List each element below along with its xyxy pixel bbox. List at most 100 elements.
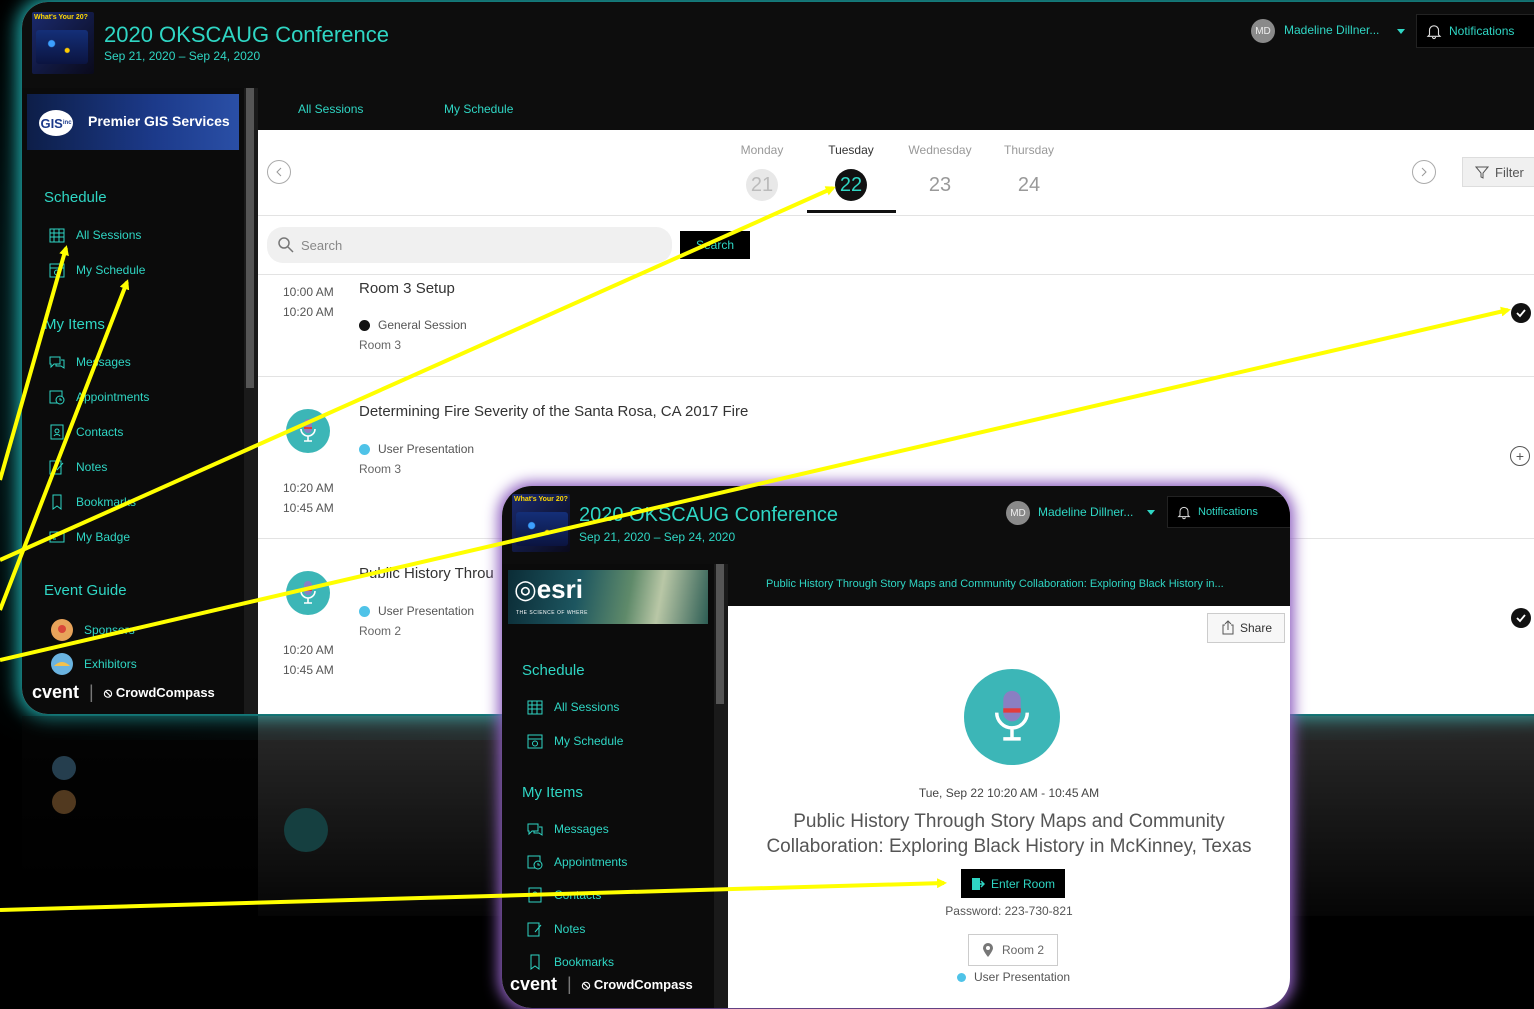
sidebar-item-contacts[interactable]: Contacts	[48, 423, 123, 441]
event-dates: Sep 21, 2020 – Sep 24, 2020	[579, 530, 736, 544]
session-title[interactable]: Determining Fire Severity of the Santa R…	[359, 403, 748, 420]
calendar-clock-icon	[49, 390, 65, 405]
sidebar-heading-event-guide: Event Guide	[44, 582, 127, 599]
sidebar-item-bookmarks[interactable]: Bookmarks	[48, 493, 136, 511]
notifications-button[interactable]: Notifications	[1416, 14, 1534, 48]
bell-icon	[1177, 506, 1191, 520]
session-title: Public History Through Story Maps and Co…	[766, 811, 1252, 857]
sidebar-item-bookmarks[interactable]: Bookmarks	[526, 953, 614, 971]
search-icon	[278, 237, 294, 253]
day-thursday[interactable]: Thursday 24	[994, 143, 1064, 201]
sidebar-item-messages[interactable]: Messages	[48, 353, 131, 371]
share-button[interactable]: Share	[1207, 613, 1285, 643]
calendar-star-icon	[49, 263, 65, 278]
sidebar-heading-schedule: Schedule	[522, 662, 585, 679]
search-button[interactable]: Search	[680, 231, 750, 259]
user-name[interactable]: Madeline Dillner...	[1038, 505, 1133, 519]
day-tuesday[interactable]: Tuesday 22	[816, 143, 886, 201]
user-name[interactable]: Madeline Dillner...	[1284, 23, 1379, 37]
search-input[interactable]: Search	[267, 227, 672, 263]
notifications-button[interactable]: Notifications	[1167, 496, 1290, 528]
session-room: Room 3	[359, 462, 402, 476]
sidebar-item-notes[interactable]: Notes	[526, 920, 585, 938]
added-check-icon[interactable]	[1511, 608, 1531, 628]
event-logo[interactable]: What's Your 20?	[512, 494, 570, 552]
sidebar-item-notes[interactable]: Notes	[48, 458, 107, 476]
add-to-schedule-icon[interactable]: +	[1510, 446, 1530, 466]
filter-button[interactable]: Filter	[1462, 157, 1534, 187]
sidebar: ◎esri THE SCIENCE OF WHERE Schedule All …	[502, 564, 728, 1008]
prev-day-button[interactable]	[267, 160, 291, 184]
sponsor-banner[interactable]: GIS inc Premier GIS Services	[27, 94, 239, 150]
bell-icon	[1426, 25, 1442, 39]
event-title: 2020 OKSCAUG Conference	[579, 504, 839, 526]
sidebar-scrollbar[interactable]	[714, 564, 728, 1008]
share-icon	[1222, 620, 1234, 635]
chevron-down-icon[interactable]	[1397, 29, 1405, 34]
contact-card-icon	[50, 424, 64, 440]
session-type: User Presentation	[359, 604, 474, 618]
cvent-crowdcompass-logo: cvent | ⦸ CrowdCompass	[510, 974, 720, 995]
crowdcompass-logo: ⦸ CrowdCompass	[103, 684, 215, 700]
microphone-icon	[286, 409, 330, 453]
session-type: General Session	[359, 318, 467, 332]
calendar-grid-icon	[527, 700, 543, 715]
room-password: Password: 223-730-821	[945, 904, 1073, 918]
tab-all-sessions[interactable]: All Sessions	[298, 102, 363, 116]
sidebar-heading-my-items: My Items	[44, 316, 105, 333]
sidebar-item-my-schedule[interactable]: My Schedule	[48, 261, 145, 279]
microphone-icon	[964, 669, 1060, 765]
cvent-crowdcompass-logo: cvent | ⦸ CrowdCompass	[32, 682, 215, 702]
session-row[interactable]: 10:00 AM 10:20 AM Room 3 Setup General Se…	[258, 274, 1534, 376]
day-wednesday[interactable]: Wednesday 23	[905, 143, 975, 201]
sidebar-item-appointments[interactable]: Appointments	[526, 853, 627, 871]
sidebar-item-my-badge[interactable]: My Badge	[48, 528, 130, 546]
sidebar-item-messages[interactable]: Messages	[526, 820, 609, 838]
esri-banner[interactable]: ◎esri THE SCIENCE OF WHERE	[508, 570, 708, 624]
session-header-bar: Public History Through Story Maps and Co…	[728, 564, 1290, 606]
avatar[interactable]: MD	[1006, 501, 1030, 525]
event-title: 2020 OKSCAUG Conference	[104, 22, 389, 47]
chevron-left-icon	[276, 167, 282, 177]
sidebar-item-all-sessions[interactable]: All Sessions	[48, 226, 141, 244]
sidebar-item-contacts[interactable]: Contacts	[526, 886, 601, 904]
sidebar-heading-my-items: My Items	[522, 784, 583, 801]
event-logo[interactable]: What's Your 20?	[32, 12, 94, 74]
bookmark-icon	[530, 954, 540, 970]
chevron-right-icon	[1421, 167, 1427, 177]
room-location[interactable]: Room 2	[968, 934, 1058, 966]
tabs-bar: All Sessions My Schedule	[258, 88, 1534, 130]
enter-door-icon	[971, 877, 985, 890]
popup-top-bar: What's Your 20? 2020 OKSCAUG Conference …	[502, 486, 1290, 564]
enter-room-button[interactable]: Enter Room	[961, 869, 1065, 898]
chevron-down-icon[interactable]	[1147, 510, 1155, 515]
scrollbar-thumb[interactable]	[716, 564, 724, 704]
day-monday[interactable]: Monday 21	[727, 143, 797, 201]
sidebar-item-exhibitors[interactable]: Exhibitors	[50, 652, 137, 676]
session-type: User Presentation	[359, 442, 474, 456]
note-pen-icon	[527, 922, 542, 937]
sidebar-item-appointments[interactable]: Appointments	[48, 388, 149, 406]
selected-day-underline	[807, 210, 896, 213]
esri-logo: ◎esri	[514, 574, 583, 604]
avatar[interactable]: MD	[1251, 19, 1275, 43]
session-room: Room 2	[359, 624, 402, 638]
session-title[interactable]: Room 3 Setup	[359, 280, 455, 297]
session-title[interactable]: Public History Throu	[359, 565, 494, 582]
sidebar-item-my-schedule[interactable]: My Schedule	[526, 732, 623, 750]
tab-my-schedule[interactable]: My Schedule	[444, 102, 513, 116]
added-check-icon[interactable]	[1511, 303, 1531, 323]
crowdcompass-logo: ⦸ CrowdCompass	[581, 976, 693, 992]
scrollbar-thumb[interactable]	[246, 88, 254, 388]
chat-icon	[49, 356, 65, 369]
sponsor-icon	[51, 619, 73, 641]
divider	[258, 215, 1534, 216]
day-number-selected: 22	[835, 169, 867, 201]
sidebar-item-sponsors[interactable]: Sponsors	[50, 618, 135, 642]
next-day-button[interactable]	[1412, 160, 1436, 184]
day-number: 23	[928, 173, 952, 196]
sidebar: GIS inc Premier GIS Services Schedule All…	[22, 88, 258, 714]
calendar-clock-icon	[527, 855, 543, 870]
sidebar-scrollbar[interactable]	[244, 88, 258, 714]
sidebar-item-all-sessions[interactable]: All Sessions	[526, 698, 619, 716]
